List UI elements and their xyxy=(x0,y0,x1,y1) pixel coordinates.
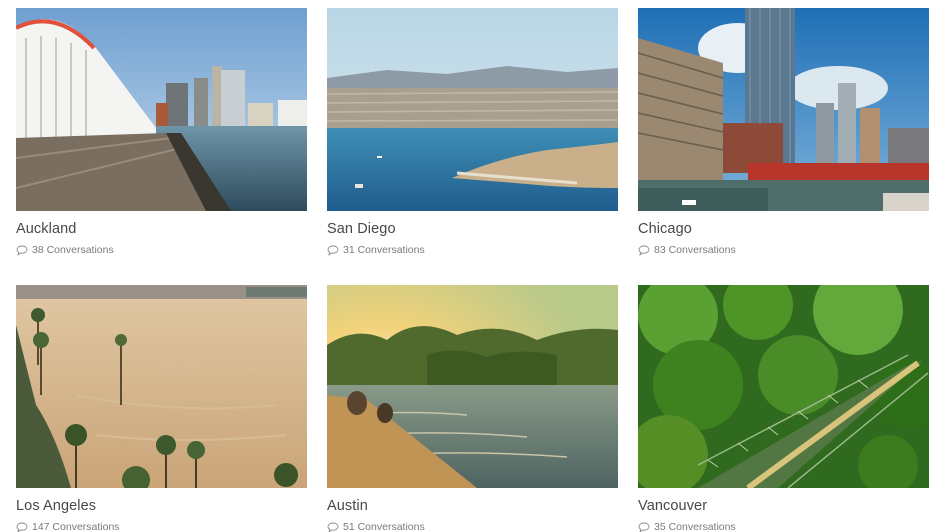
chat-bubble-icon xyxy=(638,245,650,256)
city-photo-auckland[interactable] xyxy=(16,8,307,211)
city-grid: Auckland 38 Conversations San Diego 31 C… xyxy=(0,0,950,532)
conversation-count-text: 147 Conversations xyxy=(32,521,120,532)
city-card-austin[interactable]: Austin 51 Conversations xyxy=(327,285,618,532)
chat-bubble-icon xyxy=(16,245,28,256)
conversation-count[interactable]: 35 Conversations xyxy=(638,521,929,532)
city-card-los-angeles[interactable]: Los Angeles 147 Conversations xyxy=(16,285,307,532)
conversation-count[interactable]: 38 Conversations xyxy=(16,244,307,256)
chat-bubble-icon xyxy=(327,245,339,256)
city-name[interactable]: Vancouver xyxy=(638,498,929,515)
conversation-count[interactable]: 147 Conversations xyxy=(16,521,307,532)
conversation-count-text: 38 Conversations xyxy=(32,244,114,256)
conversation-count-text: 83 Conversations xyxy=(654,244,736,256)
city-name[interactable]: Austin xyxy=(327,498,618,515)
city-photo-los-angeles[interactable] xyxy=(16,285,307,488)
city-photo-san-diego[interactable] xyxy=(327,8,618,211)
conversation-count[interactable]: 31 Conversations xyxy=(327,244,618,256)
chat-bubble-icon xyxy=(16,522,28,532)
city-card-chicago[interactable]: Chicago 83 Conversations xyxy=(638,8,929,256)
city-card-san-diego[interactable]: San Diego 31 Conversations xyxy=(327,8,618,256)
conversation-count[interactable]: 51 Conversations xyxy=(327,521,618,532)
chat-bubble-icon xyxy=(638,522,650,532)
conversation-count-text: 35 Conversations xyxy=(654,521,736,532)
city-card-vancouver[interactable]: Vancouver 35 Conversations xyxy=(638,285,929,532)
city-photo-austin[interactable] xyxy=(327,285,618,488)
conversation-count[interactable]: 83 Conversations xyxy=(638,244,929,256)
chat-bubble-icon xyxy=(327,522,339,532)
conversation-count-text: 51 Conversations xyxy=(343,521,425,532)
city-photo-vancouver[interactable] xyxy=(638,285,929,488)
city-name[interactable]: Los Angeles xyxy=(16,498,307,515)
city-name[interactable]: Chicago xyxy=(638,221,929,238)
city-name[interactable]: Auckland xyxy=(16,221,307,238)
city-photo-chicago[interactable] xyxy=(638,8,929,211)
city-card-auckland[interactable]: Auckland 38 Conversations xyxy=(16,8,307,256)
city-name[interactable]: San Diego xyxy=(327,221,618,238)
conversation-count-text: 31 Conversations xyxy=(343,244,425,256)
